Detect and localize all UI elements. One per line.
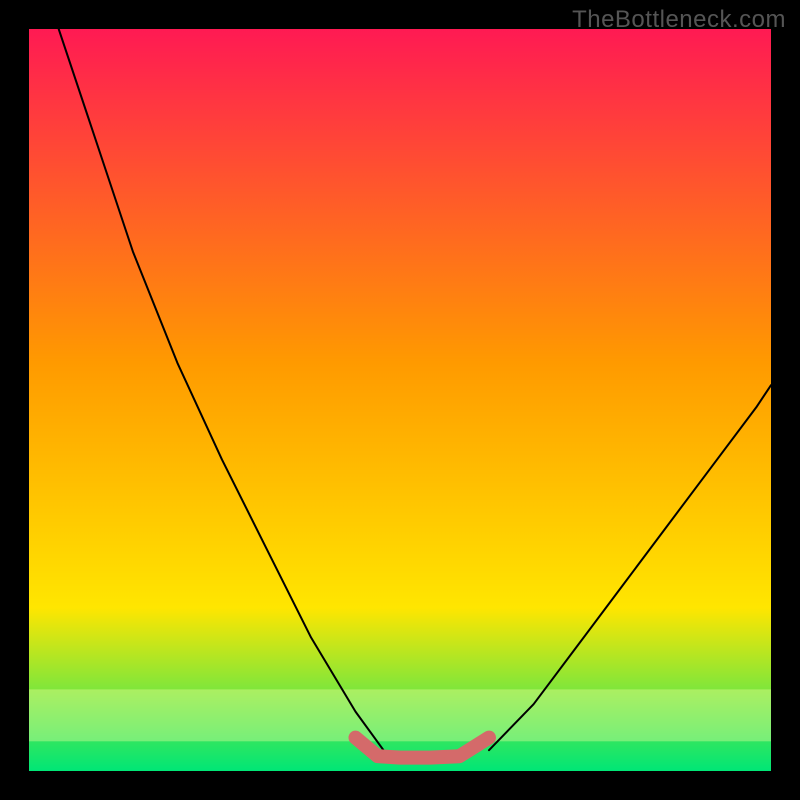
- gradient-background: [29, 29, 771, 771]
- chart-frame: TheBottleneck.com: [0, 0, 800, 800]
- pale-band: [29, 689, 771, 741]
- chart-svg: [29, 29, 771, 771]
- plot-area: [29, 29, 771, 771]
